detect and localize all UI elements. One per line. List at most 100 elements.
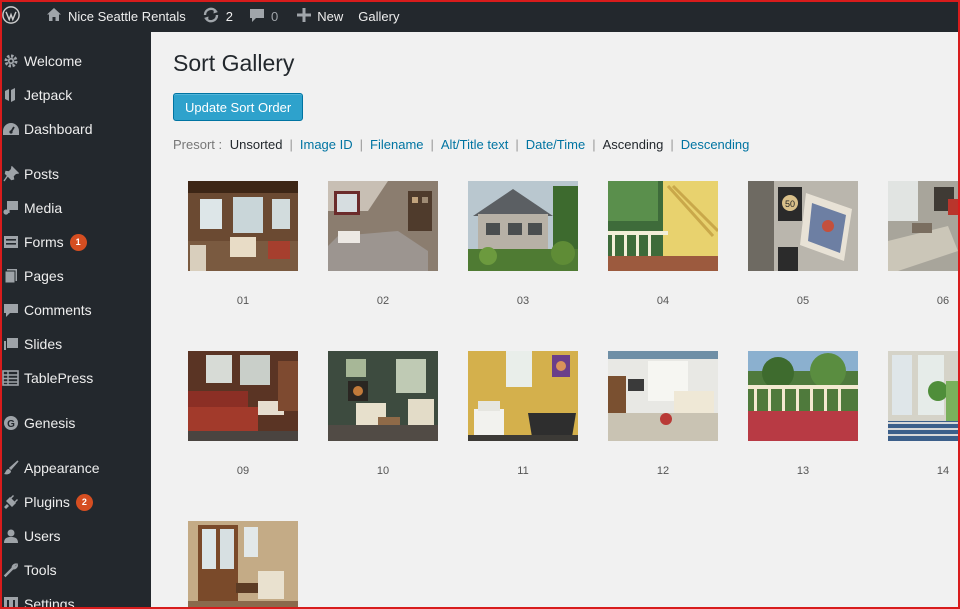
comment-bubble-icon xyxy=(249,7,271,26)
dashboard-icon xyxy=(0,122,24,136)
new-label: New xyxy=(317,8,344,24)
sidebar-item-tablepress[interactable]: TablePress xyxy=(0,361,151,395)
gallery-caption: 13 xyxy=(796,465,810,477)
new-content-link[interactable]: New xyxy=(285,0,350,32)
gallery-caption: 10 xyxy=(376,465,390,477)
sidebar-item-label: Media xyxy=(24,200,63,216)
sidebar-item-label: Tools xyxy=(24,562,57,578)
presort-unsorted[interactable]: Unsorted xyxy=(230,137,283,152)
page-title: Sort Gallery xyxy=(173,50,295,76)
sidebar-item-welcome[interactable]: Welcome xyxy=(0,44,151,78)
presort-label: Presort : xyxy=(173,137,223,152)
sidebar-item-comments[interactable]: Comments xyxy=(0,293,151,327)
gallery-image xyxy=(468,181,578,271)
sidebar-item-forms[interactable]: Forms 1 xyxy=(0,225,151,259)
updates-count: 2 xyxy=(225,8,234,24)
gallery-image xyxy=(608,181,718,271)
sidebar-item-posts[interactable]: Posts xyxy=(0,157,151,191)
updates-icon xyxy=(202,7,226,26)
gallery-image xyxy=(328,181,438,271)
gallery-thumbnail[interactable]: 09 xyxy=(188,351,298,477)
separator: | xyxy=(670,137,674,152)
separator: | xyxy=(359,137,364,152)
settings-icon xyxy=(0,596,24,609)
presort-descending[interactable]: Descending xyxy=(681,137,750,152)
gallery-thumbnail[interactable]: 12 xyxy=(608,351,718,477)
sidebar-item-genesis[interactable]: G Genesis xyxy=(0,406,151,440)
sidebar-item-label: Welcome xyxy=(24,53,83,69)
gallery-thumbnail[interactable]: 01 xyxy=(188,181,298,307)
sidebar-item-jetpack[interactable]: Jetpack xyxy=(0,78,151,112)
gallery-thumbnail[interactable]: 10 xyxy=(328,351,438,477)
gallery-caption: 03 xyxy=(516,295,530,307)
gallery-thumbnail[interactable]: 03 xyxy=(468,181,578,307)
sidebar-item-label: Slides xyxy=(24,336,63,352)
gallery-image xyxy=(188,521,298,609)
comment-icon xyxy=(0,302,24,318)
gallery-thumbnail[interactable] xyxy=(188,521,298,609)
presort-bar: Presort : Unsorted | Image ID | Filename | Alt… xyxy=(173,137,749,152)
gallery-caption: 06 xyxy=(936,295,950,307)
gallery-image xyxy=(188,351,298,441)
site-name: Nice Seattle Rentals xyxy=(68,8,186,24)
sidebar-item-tools[interactable]: Tools xyxy=(0,553,151,587)
gallery-caption: 04 xyxy=(656,295,670,307)
users-icon xyxy=(0,528,24,544)
wrench-icon xyxy=(0,562,24,578)
gallery-caption: 14 xyxy=(936,465,950,477)
presort-ascending[interactable]: Ascending xyxy=(603,137,664,152)
plugin-icon xyxy=(0,494,24,510)
gallery-thumbnail[interactable]: 50 05 xyxy=(748,181,858,307)
sidebar-item-label: Plugins xyxy=(24,494,70,510)
forms-count-badge: 1 xyxy=(69,233,87,251)
gallery-caption: 11 xyxy=(517,465,529,477)
sidebar-item-label: TablePress xyxy=(24,370,94,386)
presort-alt-title-text[interactable]: Alt/Title text xyxy=(441,137,508,152)
presort-image-id[interactable]: Image ID xyxy=(300,137,353,152)
sidebar-item-settings[interactable]: Settings xyxy=(0,587,151,609)
sidebar-item-plugins[interactable]: Plugins 2 xyxy=(0,485,151,519)
gallery-thumbnail[interactable]: 13 xyxy=(748,351,858,477)
sidebar-item-label: Genesis xyxy=(24,415,76,431)
gallery-thumbnail[interactable]: 02 xyxy=(328,181,438,307)
sidebar-item-appearance[interactable]: Appearance xyxy=(0,451,151,485)
gallery-thumbnail[interactable]: 06 xyxy=(888,181,960,307)
pages-icon xyxy=(0,268,24,284)
svg-text:50: 50 xyxy=(785,199,795,209)
sidebar-item-media[interactable]: Media xyxy=(0,191,151,225)
sidebar-item-label: Settings xyxy=(24,596,75,609)
sidebar-item-pages[interactable]: Pages xyxy=(0,259,151,293)
update-sort-order-button[interactable]: Update Sort Order xyxy=(173,93,304,121)
sidebar-item-dashboard[interactable]: Dashboard xyxy=(0,112,151,146)
svg-text:G: G xyxy=(7,419,15,430)
gallery-thumbnail[interactable]: 14 xyxy=(888,351,960,477)
separator: | xyxy=(289,137,293,152)
gear-icon xyxy=(0,53,24,69)
brush-icon xyxy=(0,460,24,476)
site-name-link[interactable]: Nice Seattle Rentals xyxy=(32,0,193,32)
admin-sidebar: Welcome Jetpack Dashboard Posts Media Fo… xyxy=(0,32,151,609)
gallery-link[interactable]: Gallery xyxy=(350,0,406,32)
comments-count: 0 xyxy=(271,8,279,24)
sidebar-item-users[interactable]: Users xyxy=(0,519,151,553)
sidebar-item-label: Users xyxy=(24,528,61,544)
updates-link[interactable]: 2 xyxy=(193,0,240,32)
main-content: Sort Gallery Update Sort Order Presort :… xyxy=(151,32,960,609)
gallery-thumbnail[interactable]: 11 xyxy=(468,351,578,477)
admin-bar: Nice Seattle Rentals 2 0 New Gallery xyxy=(0,0,960,32)
sidebar-item-label: Dashboard xyxy=(24,121,93,137)
wordpress-logo-button[interactable] xyxy=(0,0,32,32)
sidebar-item-label: Jetpack xyxy=(24,87,73,103)
presort-filename[interactable]: Filename xyxy=(370,137,423,152)
gallery-image xyxy=(888,181,960,271)
plugins-count-badge: 2 xyxy=(75,493,93,511)
gallery-thumbnail[interactable]: 04 xyxy=(608,181,718,307)
table-icon xyxy=(0,370,24,386)
media-icon xyxy=(0,200,24,216)
gallery-image xyxy=(328,351,438,441)
comments-link[interactable]: 0 xyxy=(240,0,285,32)
sidebar-item-slides[interactable]: Slides xyxy=(0,327,151,361)
gallery-caption: 02 xyxy=(376,295,390,307)
presort-date-time[interactable]: Date/Time xyxy=(526,137,585,152)
gallery-image xyxy=(888,351,960,441)
